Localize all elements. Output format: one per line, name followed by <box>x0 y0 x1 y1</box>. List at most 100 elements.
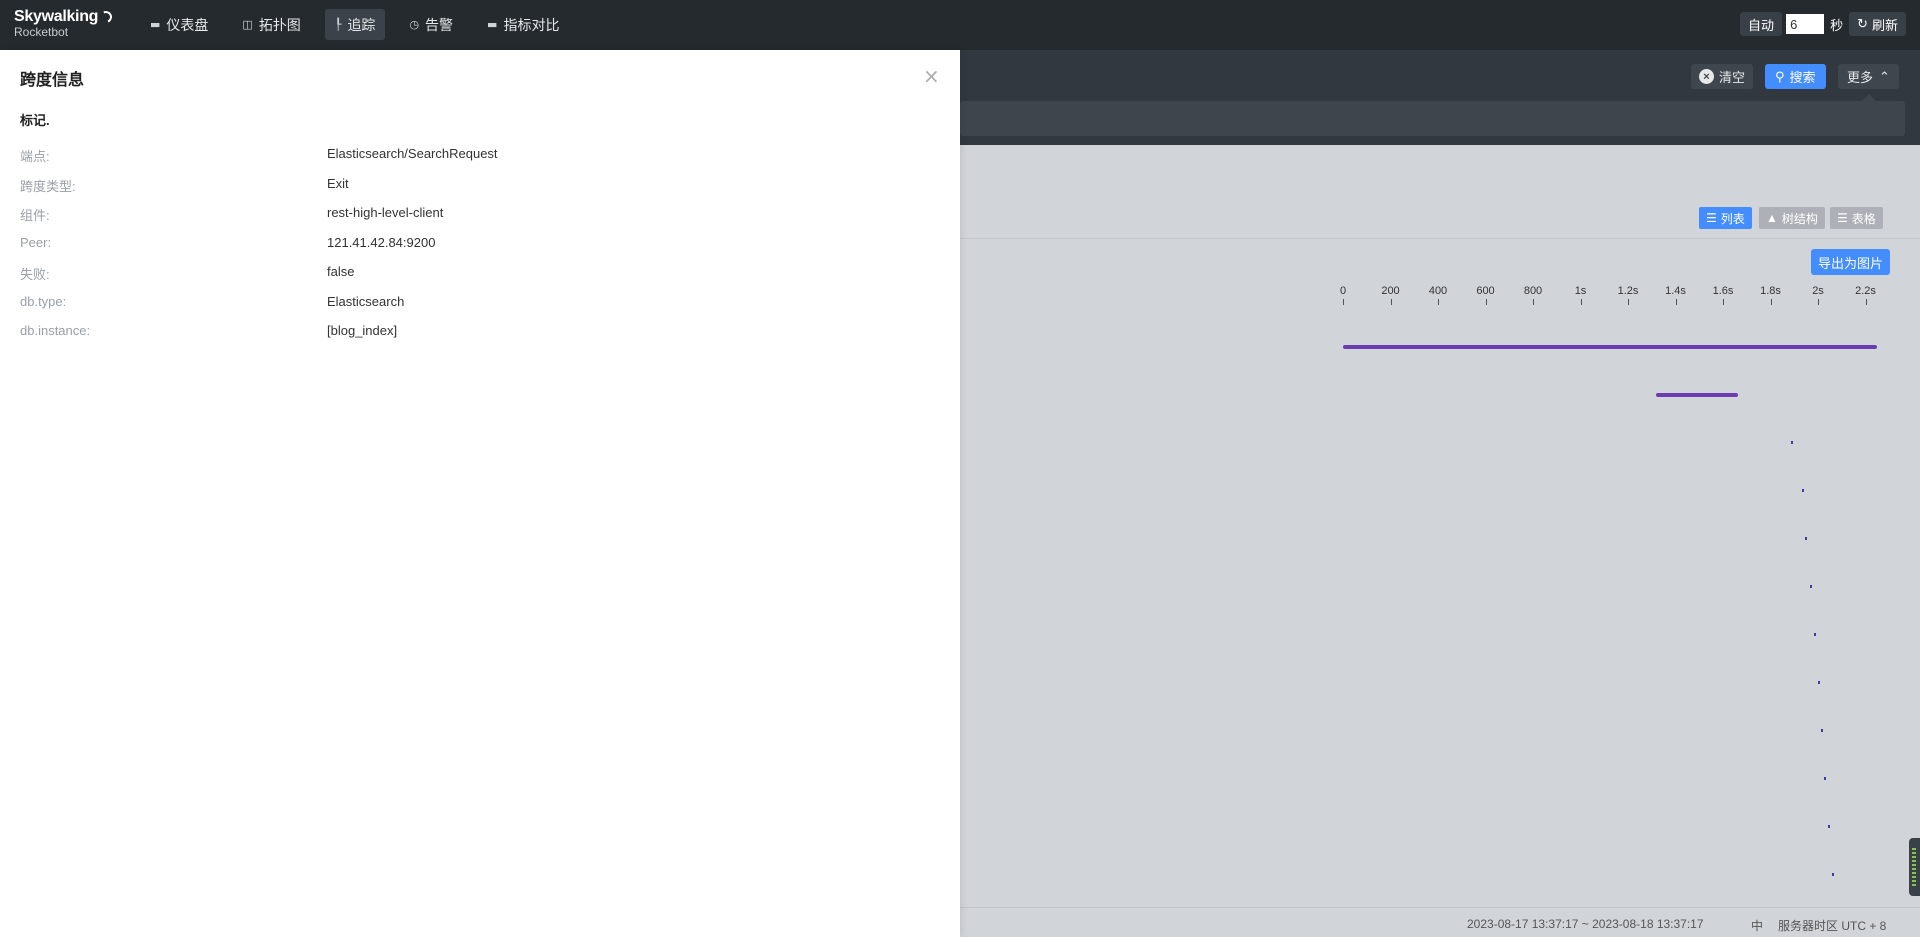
more-label: 更多 <box>1847 70 1874 85</box>
advanced-search-row[interactable] <box>960 101 1905 136</box>
nav-item-dashboard[interactable]: ▬ 仪表盘 <box>140 9 218 40</box>
span-bar[interactable] <box>1802 489 1804 492</box>
tag-row: 组件: rest-high-level-client <box>20 205 940 225</box>
span-bar[interactable] <box>1805 537 1807 540</box>
tag-row: db.type: Elasticsearch <box>20 294 940 314</box>
axis-tick-label: 0 <box>1339 285 1347 297</box>
nav-item-trace[interactable]: ┞ 追踪 <box>324 9 386 40</box>
tag-value: [blog_index] <box>327 323 398 338</box>
status-bar: 2023-08-17 13:37:17 ~ 2023-08-18 13:37:1… <box>960 907 1920 937</box>
more-button[interactable]: 更多 ⌃ <box>1838 64 1899 89</box>
compare-icon: ▬ <box>487 18 498 31</box>
search-button[interactable]: ⚲ 搜索 <box>1765 64 1826 89</box>
tag-key: 端点: <box>20 149 50 164</box>
refresh-interval-unit: 秒 <box>1830 17 1844 33</box>
tag-value: false <box>327 264 355 279</box>
export-image-button[interactable]: 导出为图片 <box>1811 249 1891 275</box>
table-icon: ☰ <box>1837 211 1848 225</box>
tag-key: 失败: <box>20 267 50 282</box>
span-bar[interactable] <box>1810 585 1812 588</box>
axis-tick-mark <box>1723 299 1724 305</box>
axis-tick-label: 800 <box>1523 285 1543 297</box>
axis-tick-mark <box>1580 299 1582 305</box>
nav-item-label: 追踪 <box>347 16 376 33</box>
nav-item-label: 告警 <box>425 16 454 33</box>
span-bar[interactable] <box>1824 777 1826 780</box>
span-info-drawer: 跨度信息 × 标记. 端点: Elasticsearch/SearchReque… <box>0 50 960 937</box>
auto-refresh-button[interactable]: 自动 <box>1740 12 1783 36</box>
span-bar[interactable] <box>1832 873 1834 876</box>
refresh-button[interactable]: ↻ 刷新 <box>1849 12 1906 36</box>
nav-item-label: 指标对比 <box>503 16 560 33</box>
axis-tick-label: 2.2s <box>1855 285 1876 297</box>
view-table-label: 表格 <box>1851 211 1876 226</box>
chevron-up-icon: ⌃ <box>1879 68 1890 84</box>
tag-row: 失败: false <box>20 264 940 284</box>
chart-icon: ▬ <box>150 18 161 31</box>
axis-tick-label: 200 <box>1381 285 1400 297</box>
tag-key: db.type: <box>20 294 67 309</box>
view-tree-button[interactable]: ▲ 树结构 <box>1759 207 1825 229</box>
drawer-title: 跨度信息 <box>20 72 85 89</box>
tag-key: 组件: <box>20 208 50 223</box>
search-icon: ⚲ <box>1775 68 1785 84</box>
axis-tick-label: 1s <box>1574 285 1587 297</box>
axis-tick-mark <box>1770 299 1772 305</box>
span-bar[interactable] <box>1656 393 1738 397</box>
axis-tick-mark <box>1438 299 1439 305</box>
tag-value: rest-high-level-client <box>327 205 444 220</box>
span-bar[interactable] <box>1828 825 1830 828</box>
refresh-icon: ↻ <box>1857 16 1868 31</box>
nav-item-label: 仪表盘 <box>166 16 209 33</box>
span-bar[interactable] <box>1818 681 1820 684</box>
clear-label: 清空 <box>1719 70 1746 85</box>
time-range[interactable]: 2023-08-17 13:37:17 ~ 2023-08-18 13:37:1… <box>1467 917 1704 931</box>
axis-tick-label: 1.2s <box>1617 285 1639 297</box>
axis-tick-label: 1.6s <box>1712 285 1734 297</box>
tree-icon: ▲ <box>1766 211 1778 225</box>
tag-row: db.instance: [blog_index] <box>20 323 940 343</box>
nav-item-compare[interactable]: ▬ 指标对比 <box>477 9 569 40</box>
tag-row: 端点: Elasticsearch/SearchRequest <box>20 146 940 166</box>
view-tree-label: 树结构 <box>1781 211 1818 226</box>
side-gauge-icon[interactable] <box>1909 838 1920 896</box>
tag-value: Elasticsearch <box>327 294 405 309</box>
tag-row: Peer: 121.41.42.84:9200 <box>20 235 940 255</box>
app-logo[interactable]: Skywalking Rocketbot <box>14 8 114 39</box>
tag-value: 121.41.42.84:9200 <box>327 235 436 250</box>
axis-tick-mark <box>1865 299 1867 305</box>
axis-tick-label: 600 <box>1476 285 1495 297</box>
trace-icon: ┞ <box>334 18 342 31</box>
nav-item-label: 拓扑图 <box>258 16 301 33</box>
tag-value: Elasticsearch/SearchRequest <box>327 146 498 161</box>
tag-key: db.instance: <box>20 323 91 338</box>
clear-icon: × <box>1699 69 1714 84</box>
clear-button[interactable]: × 清空 <box>1691 64 1754 89</box>
trace-header-divider <box>960 238 1920 239</box>
refresh-label: 刷新 <box>1871 17 1898 33</box>
view-table-button[interactable]: ☰ 表格 <box>1830 207 1883 229</box>
timeline-axis: 0 200 400 600 800 1s 1.2s 1.4s 1.6s 1.8s… <box>1339 285 1883 305</box>
view-list-button[interactable]: ☰ 列表 <box>1699 207 1752 229</box>
view-list-label: 列表 <box>1720 211 1745 226</box>
span-bar[interactable] <box>1821 729 1823 732</box>
span-bar[interactable] <box>1791 441 1793 444</box>
axis-tick-label: 400 <box>1428 285 1448 297</box>
tag-key: 跨度类型: <box>20 179 76 194</box>
close-icon[interactable]: × <box>923 64 940 88</box>
refresh-controls: 自动 秒 ↻ 刷新 <box>1740 12 1906 36</box>
refresh-interval-input[interactable] <box>1786 14 1825 34</box>
span-bar[interactable] <box>1814 633 1816 636</box>
app-subtitle: Rocketbot <box>14 25 69 39</box>
language-toggle[interactable]: 中 <box>1751 917 1763 934</box>
timezone-label: 服务器时区 UTC + 8 <box>1778 919 1887 933</box>
logo-arc-icon <box>98 9 114 25</box>
nav-item-alarm[interactable]: ◷ 告警 <box>399 9 463 40</box>
tag-key: Peer: <box>20 235 52 250</box>
app-brand: Skywalking <box>14 8 99 25</box>
nav-item-topology[interactable]: ◫ 拓扑图 <box>232 9 310 40</box>
span-bar[interactable] <box>1343 345 1877 349</box>
axis-tick-mark <box>1343 299 1344 305</box>
axis-tick-mark <box>1818 299 1819 305</box>
main-nav: ▬ 仪表盘 ◫ 拓扑图 ┞ 追踪 ◷ 告警 ▬ 指标对比 <box>140 9 575 40</box>
